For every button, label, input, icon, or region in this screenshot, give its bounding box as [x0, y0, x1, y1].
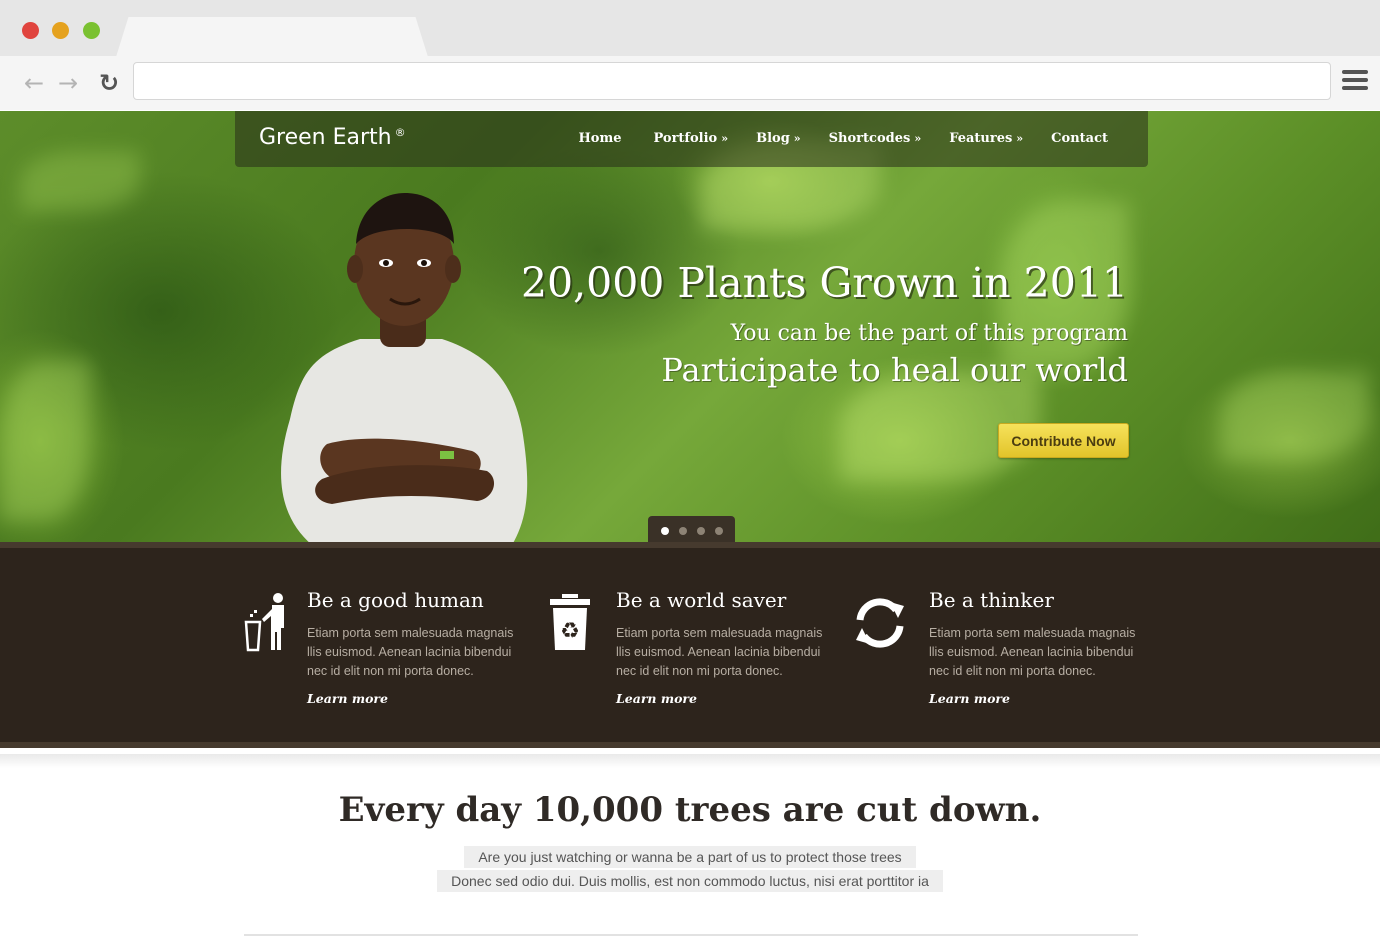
maximize-window-button[interactable] [83, 22, 100, 39]
feature-text: Etiam porta sem malesuada magnais llis e… [929, 626, 1136, 678]
slide-dot-1[interactable] [660, 526, 669, 535]
refresh-arrows-icon [856, 598, 904, 648]
arrow-left-icon[interactable]: ← [21, 70, 47, 96]
svg-text:♻: ♻ [560, 619, 580, 644]
feature-title: Be a thinker [929, 588, 1054, 612]
main-nav: Home Portfolio» Blog» Shortcodes» Featur… [578, 131, 1112, 146]
hero-headline: 20,000 Plants Grown in 2011 [520, 259, 1128, 307]
slide-dot-2[interactable] [678, 526, 687, 535]
contribute-now-button[interactable]: Contribute Now [998, 423, 1129, 458]
site-logo[interactable]: Green Earth ® [259, 125, 406, 150]
content-title: Every day 10,000 trees are cut down. [338, 790, 1042, 830]
learn-more-link[interactable]: Learn more [307, 691, 388, 706]
feature-text: Etiam porta sem malesuada magnais llis e… [616, 626, 823, 678]
learn-more-link[interactable]: Learn more [929, 691, 1010, 706]
nav-features[interactable]: Features» [949, 131, 1023, 146]
hero-subline: You can be the part of this program [730, 321, 1128, 346]
feature-title: Be a world saver [616, 588, 787, 612]
nav-contact[interactable]: Contact [1051, 131, 1112, 146]
slide-dot-4[interactable] [714, 526, 723, 535]
address-bar[interactable] [133, 62, 1331, 100]
features-section: Be a good human Etiam porta sem malesuad… [0, 542, 1380, 748]
site-header: Green Earth ® Home Portfolio» Blog» Short… [235, 111, 1148, 167]
slider-pagination [648, 516, 735, 545]
learn-more-link[interactable]: Learn more [616, 691, 697, 706]
hamburger-menu-icon[interactable] [1342, 70, 1368, 92]
close-window-button[interactable] [22, 22, 39, 39]
content-line-2: Donec sed odio dui. Duis mollis, est non… [0, 870, 1380, 892]
section-shadow [0, 754, 1380, 768]
feature-text: Etiam porta sem malesuada magnais llis e… [307, 626, 514, 678]
browser-chrome: ← → ↻ [0, 0, 1380, 110]
content-divider [244, 934, 1138, 936]
recycle-bin-icon: ♻ [550, 594, 590, 650]
hero-slider: Green Earth ® Home Portfolio» Blog» Short… [0, 111, 1380, 545]
feature-title: Be a good human [307, 588, 484, 612]
reload-icon[interactable]: ↻ [96, 70, 122, 96]
nav-home[interactable]: Home [578, 131, 625, 146]
browser-tab[interactable] [116, 17, 428, 57]
nav-portfolio[interactable]: Portfolio» [653, 131, 728, 146]
person-trash-icon [244, 593, 284, 652]
slide-dot-3[interactable] [696, 526, 705, 535]
arrow-right-icon[interactable]: → [55, 70, 81, 96]
minimize-window-button[interactable] [52, 22, 69, 39]
hero-tagline: Participate to heal our world [661, 351, 1128, 389]
boy-photo [281, 193, 528, 545]
nav-blog[interactable]: Blog» [756, 131, 801, 146]
nav-shortcodes[interactable]: Shortcodes» [829, 131, 922, 146]
content-line-1: Are you just watching or wanna be a part… [0, 846, 1380, 868]
